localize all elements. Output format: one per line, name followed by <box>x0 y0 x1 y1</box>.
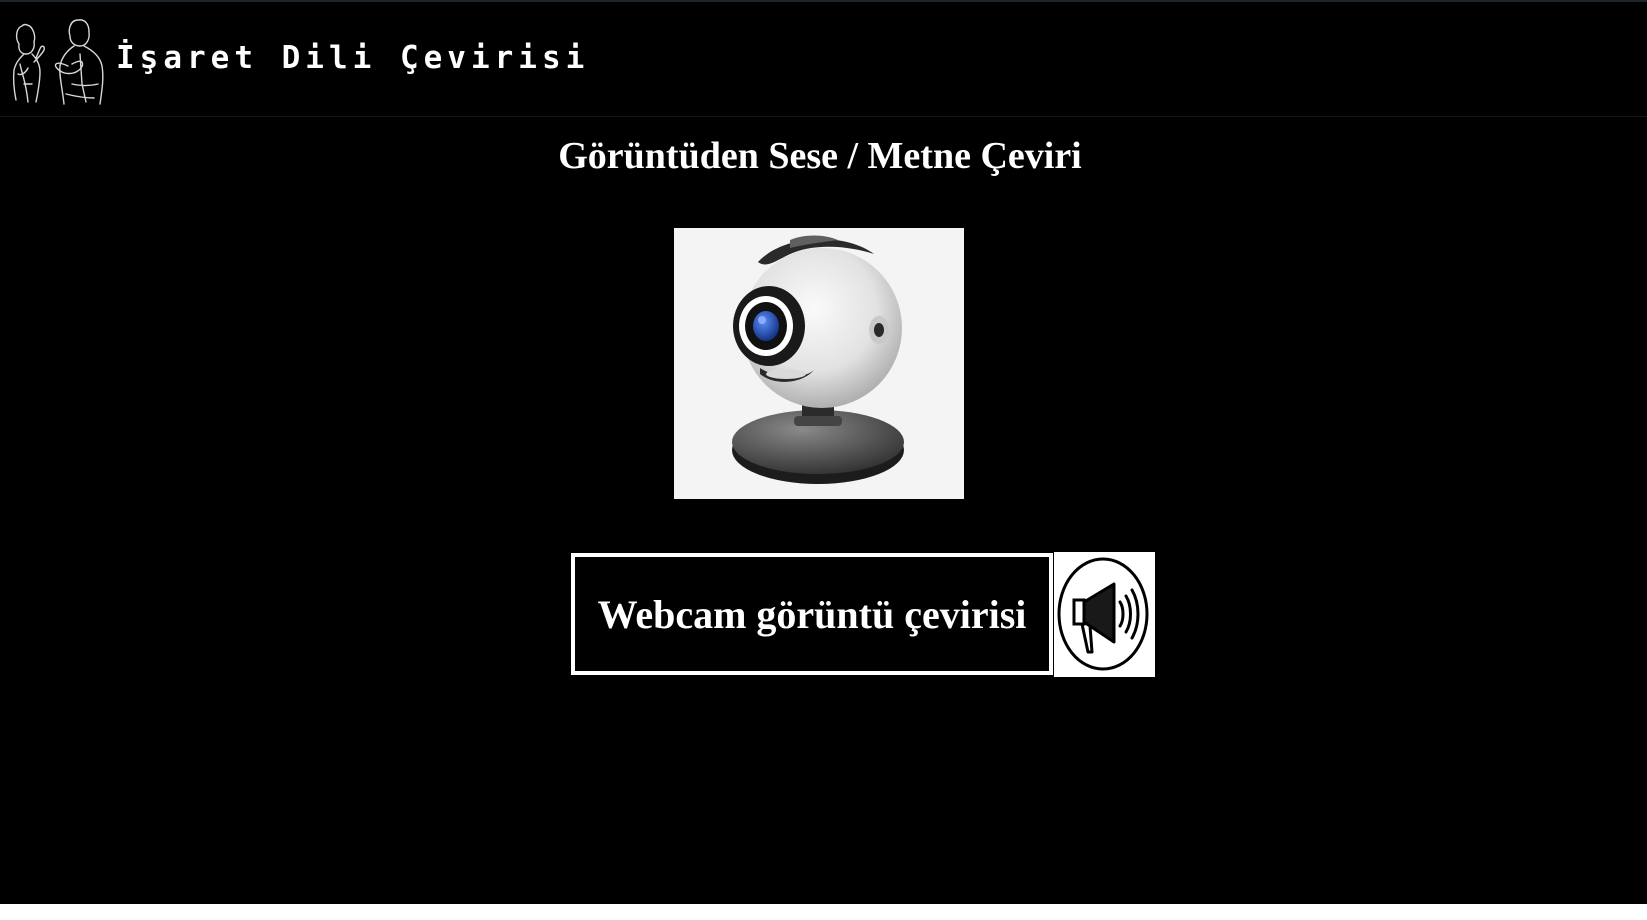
megaphone-speaker-icon[interactable] <box>1054 552 1155 677</box>
page-title: Görüntüden Sese / Metne Çeviri <box>558 135 1082 177</box>
webcam-translate-label: Webcam görüntü çevirisi <box>597 591 1027 637</box>
app-window: İşaret Dili Çevirisi Görüntüden Sese / M… <box>0 0 1647 904</box>
header-bar: İşaret Dili Çevirisi <box>0 2 1647 117</box>
webcam-icon <box>674 228 964 499</box>
sign-language-logo-icon <box>10 14 114 106</box>
webcam-translate-button[interactable]: Webcam görüntü çevirisi <box>571 553 1053 675</box>
app-title: İşaret Dili Çevirisi <box>116 40 590 76</box>
